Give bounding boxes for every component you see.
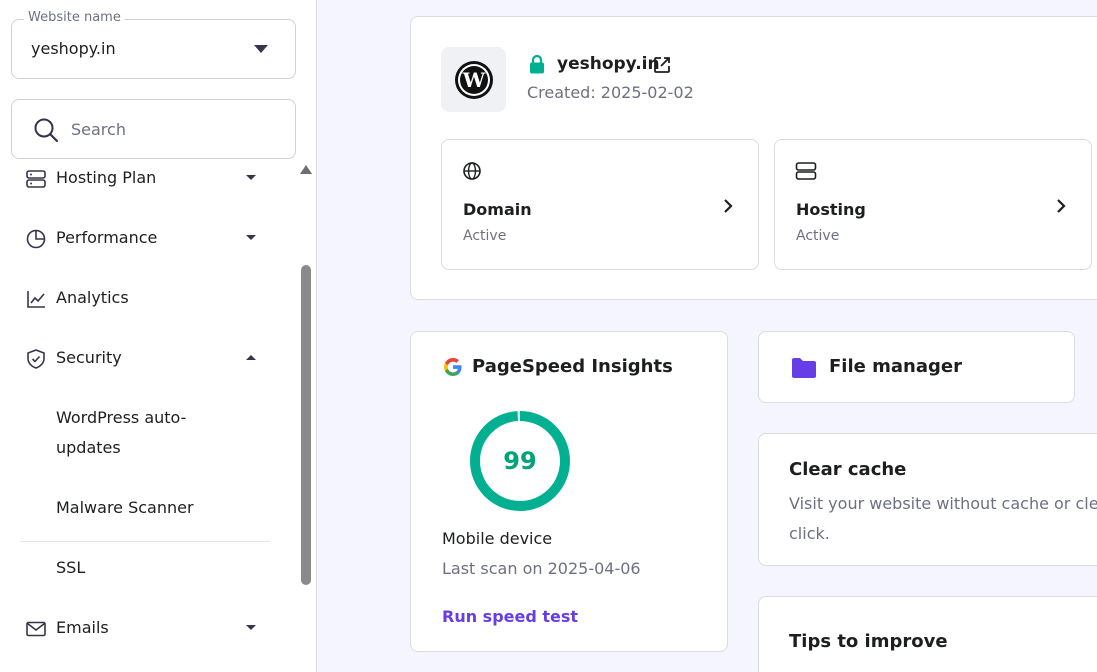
clear-cache-description: Visit your website without cache or cle … — [789, 489, 1097, 549]
site-overview-card: W yeshopy.in Created: 2025-02-02 Domain … — [410, 16, 1097, 300]
search-input[interactable]: Search — [11, 99, 296, 159]
sidebar-item-security[interactable]: Security — [0, 336, 300, 380]
sidebar-subitem-wordpress-auto-updates-line1[interactable]: WordPress auto- — [56, 403, 186, 433]
external-link-icon[interactable] — [653, 56, 671, 74]
website-select-value: yeshopy.in — [31, 39, 116, 58]
clear-cache-card[interactable]: Clear cache Visit your website without c… — [758, 433, 1097, 566]
scrollbar-thumb[interactable] — [301, 265, 311, 585]
last-scan-date: Last scan on 2025-04-06 — [442, 559, 641, 578]
folder-icon — [792, 358, 816, 378]
website-select[interactable]: Website name yeshopy.in — [11, 10, 296, 79]
site-name: yeshopy.in — [557, 54, 660, 74]
scroll-up-arrow[interactable] — [300, 165, 312, 174]
pagespeed-card: PageSpeed Insights 99 Mobile device Last… — [410, 331, 728, 652]
sidebar-item-analytics[interactable]: Analytics — [0, 276, 300, 320]
domain-card[interactable]: Domain Active — [441, 139, 759, 270]
sidebar-item-hosting-plan[interactable]: Hosting Plan — [0, 156, 300, 200]
clear-cache-title: Clear cache — [789, 459, 907, 480]
file-manager-title: File manager — [829, 356, 962, 377]
divider — [20, 541, 270, 542]
clear-cache-description-line2: click. — [789, 524, 830, 543]
sidebar-item-label: Analytics — [56, 288, 129, 307]
search-placeholder: Search — [71, 120, 126, 139]
caret-down-icon — [254, 45, 268, 53]
line-chart-icon — [27, 291, 45, 308]
sidebar-item-label: Emails — [56, 618, 109, 637]
chevron-up-icon — [246, 355, 256, 360]
hosting-title: Hosting — [796, 200, 866, 219]
chevron-down-icon — [246, 625, 256, 630]
chevron-right-icon — [724, 199, 733, 213]
sidebar-item-label: Security — [56, 348, 122, 367]
domain-title: Domain — [463, 200, 532, 219]
device-type: Mobile device — [442, 529, 553, 548]
tips-title: Tips to improve — [789, 631, 948, 652]
globe-icon — [463, 162, 481, 180]
server-icon — [795, 162, 817, 180]
sidebar-item-performance[interactable]: Performance — [0, 216, 300, 260]
chevron-right-icon — [1057, 199, 1066, 213]
sidebar-item-label: Hosting Plan — [56, 168, 157, 187]
clear-cache-description-line1: Visit your website without cache or cle — [789, 494, 1097, 513]
performance-score: 99 — [503, 447, 537, 475]
server-icon — [26, 170, 46, 188]
sidebar-subitem-ssl[interactable]: SSL — [56, 553, 85, 583]
pie-chart-icon — [26, 229, 46, 249]
run-speed-test-link[interactable]: Run speed test — [442, 607, 578, 626]
sidebar: Website name yeshopy.in Search Hosting P… — [0, 0, 317, 672]
chevron-down-icon — [246, 175, 256, 180]
mail-icon — [26, 621, 46, 637]
shield-icon — [27, 349, 45, 369]
pagespeed-title: PageSpeed Insights — [472, 356, 673, 377]
chevron-down-icon — [246, 235, 256, 240]
search-icon — [34, 118, 59, 143]
tips-to-improve-card[interactable]: Tips to improve — [758, 596, 1097, 672]
sidebar-item-label: Performance — [56, 228, 158, 247]
sidebar-subitem-wordpress-auto-updates-line2[interactable]: updates — [56, 433, 121, 463]
created-date: Created: 2025-02-02 — [527, 83, 694, 102]
domain-status: Active — [463, 228, 507, 244]
file-manager-card[interactable]: File manager — [758, 331, 1075, 403]
sidebar-subitem-malware-scanner[interactable]: Malware Scanner — [56, 493, 194, 523]
wordpress-icon: W — [455, 61, 493, 99]
hosting-status: Active — [796, 228, 840, 244]
hosting-card[interactable]: Hosting Active — [774, 139, 1092, 270]
svg-text:W: W — [462, 68, 486, 92]
sidebar-item-emails[interactable]: Emails — [0, 606, 300, 650]
website-select-legend: Website name — [24, 10, 125, 25]
wordpress-logo: W — [441, 47, 506, 112]
lock-icon — [530, 54, 544, 74]
google-icon — [444, 358, 462, 376]
